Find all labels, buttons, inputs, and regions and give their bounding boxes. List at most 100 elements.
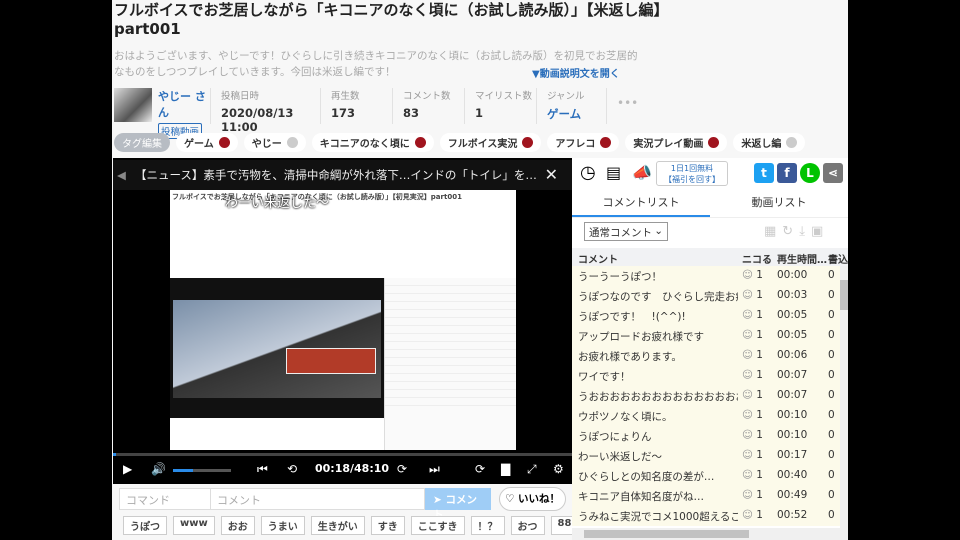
nicoru-count[interactable]: ☺ 1: [742, 449, 763, 461]
tag-label[interactable]: フルボイス実況: [448, 135, 518, 150]
tag[interactable]: キコニアのなく頃に: [311, 133, 434, 152]
tag-label[interactable]: ゲーム: [184, 135, 214, 150]
comment-row[interactable]: うーうーうぽつ！ ☺ 1 00:00 0: [572, 266, 840, 286]
avatar[interactable]: [114, 88, 152, 122]
comment-input[interactable]: コメント: [211, 488, 425, 510]
expand-description-link[interactable]: ▼動画説明文を開く: [532, 65, 620, 80]
lottery-label[interactable]: 【福引を回す】: [657, 174, 727, 185]
close-icon[interactable]: ✕: [545, 160, 558, 190]
fullscreen-icon[interactable]: ⤢: [527, 462, 537, 477]
quick-comment-button[interactable]: www: [173, 516, 215, 535]
add-mylist-icon[interactable]: ▤: [606, 163, 621, 182]
skip-start-icon[interactable]: ⏮: [257, 462, 268, 477]
command-input[interactable]: コマンド: [119, 488, 211, 510]
tag[interactable]: ゲーム: [176, 133, 238, 152]
smiley-icon[interactable]: ☺: [742, 329, 753, 341]
comment-row[interactable]: うぽつです！ !(^^)! ☺ 1 00:05 0: [572, 306, 840, 326]
nicoru-count[interactable]: ☺ 1: [742, 469, 763, 481]
seek-bar[interactable]: [113, 453, 572, 456]
quick-comment-button[interactable]: ここすき: [410, 516, 465, 535]
dictionary-missing-icon[interactable]: [286, 137, 298, 148]
user-name[interactable]: やじー さん: [158, 88, 208, 120]
nicoru-count[interactable]: ☺ 1: [742, 389, 763, 401]
comment-row[interactable]: うみねこ実況でコメ1000超えること… ☺ 1 00:52 0: [572, 506, 840, 526]
vertical-scrollbar[interactable]: [840, 266, 848, 528]
tag[interactable]: フルボイス実況: [439, 133, 542, 152]
dictionary-icon[interactable]: [708, 137, 720, 148]
share-icon[interactable]: ⋖: [823, 163, 843, 183]
calendar-icon[interactable]: ▦: [764, 224, 782, 239]
settings-gear-icon[interactable]: ⚙: [553, 462, 564, 476]
quick-comment-button[interactable]: おつ: [510, 516, 545, 535]
smiley-icon[interactable]: ☺: [742, 489, 753, 501]
tag-label[interactable]: 米返し編: [741, 135, 781, 150]
lottery-button[interactable]: 1日1回無料 【福引を回す】: [656, 161, 728, 186]
news-text[interactable]: 【ニュース】素手で汚物を、清掃中命綱が外れ落下…インドの「トイレ」を…: [135, 168, 537, 182]
comment-row[interactable]: ひぐらしとの知名度の差が… ☺ 1 00:40 0: [572, 466, 840, 486]
chevron-down-icon[interactable]: ⌄: [654, 225, 663, 237]
comment-row[interactable]: お疲れ様であります。 ☺ 1 00:06 0: [572, 346, 840, 366]
tag[interactable]: やじー: [243, 133, 306, 152]
lottery-label[interactable]: 1日1回無料: [657, 163, 727, 174]
tag-label[interactable]: 実況プレイ動画: [633, 135, 703, 150]
smiley-icon[interactable]: ☺: [742, 449, 753, 461]
column-header[interactable]: ニコる: [742, 251, 772, 266]
smiley-icon[interactable]: ☺: [742, 509, 753, 521]
nicoru-count[interactable]: ☺ 1: [742, 289, 763, 301]
smiley-icon[interactable]: ☺: [742, 469, 753, 481]
forward-10-icon[interactable]: ⟳: [397, 462, 407, 476]
send-comment-button[interactable]: ➤ コメント: [425, 488, 491, 521]
comment-row[interactable]: ウポツノなく頃に。 ☺ 1 00:10 0: [572, 406, 840, 426]
rewind-10-icon[interactable]: ⟲: [287, 462, 297, 476]
smiley-icon[interactable]: ☺: [742, 409, 753, 421]
nicoru-count[interactable]: ☺ 1: [742, 309, 763, 321]
column-header[interactable]: 書込: [828, 251, 848, 266]
column-header[interactable]: コメント: [578, 251, 738, 266]
comment-row[interactable]: ワイです！ ☺ 1 00:07 0: [572, 366, 840, 386]
more-menu-button[interactable]: •••: [606, 88, 638, 124]
tab-comment-list[interactable]: コメントリスト: [572, 190, 710, 217]
news-banner[interactable]: ◀ 【ニュース】素手で汚物を、清掃中命綱が外れ落下…インドの「トイレ」を… ✕: [113, 160, 572, 190]
comment-row[interactable]: うおおおおおおおおおおおおおおお ☺ 1 00:07 0: [572, 386, 840, 406]
dictionary-icon[interactable]: [600, 137, 612, 148]
comment-row[interactable]: キコニア自体知名度がね… ☺ 1 00:49 0: [572, 486, 840, 506]
smiley-icon[interactable]: ☺: [742, 309, 753, 321]
nicoru-count[interactable]: ☺ 1: [742, 349, 763, 361]
dictionary-icon[interactable]: [414, 137, 426, 148]
nicoru-count[interactable]: ☺ 1: [742, 409, 763, 421]
comment-toggle-icon[interactable]: ▇: [501, 462, 510, 476]
dictionary-icon[interactable]: [522, 137, 534, 148]
quick-comment-button[interactable]: うまい: [260, 516, 305, 535]
tag-label[interactable]: やじー: [252, 135, 282, 150]
smiley-icon[interactable]: ☺: [742, 289, 753, 301]
comment-row[interactable]: アップロードお疲れ様です ☺ 1 00:05 0: [572, 326, 840, 346]
skip-end-icon[interactable]: ⏭: [429, 462, 440, 477]
quick-comment-button[interactable]: おお: [220, 516, 255, 535]
genre-link[interactable]: ゲーム: [547, 106, 604, 122]
tab-video-list[interactable]: 動画リスト: [710, 190, 848, 217]
nicoru-count[interactable]: ☺ 1: [742, 509, 763, 521]
tag-label[interactable]: キコニアのなく頃に: [320, 135, 410, 150]
quick-comment-button[interactable]: すき: [370, 516, 405, 535]
smiley-icon[interactable]: ☺: [742, 389, 753, 401]
tag[interactable]: 実況プレイ動画: [625, 133, 728, 152]
nicoru-count[interactable]: ☺ 1: [742, 429, 763, 441]
facebook-icon[interactable]: f: [777, 163, 797, 183]
tag[interactable]: アフレコ: [547, 133, 620, 152]
comment-row[interactable]: うぽつにょりん ☺ 1 00:10 0: [572, 426, 840, 446]
filter-value[interactable]: 通常コメント: [589, 227, 652, 239]
loop-icon[interactable]: ⟳: [475, 462, 485, 476]
prev-arrow-icon[interactable]: ◀: [117, 160, 126, 190]
quick-comment-button[interactable]: うぽつ: [123, 516, 167, 535]
download-icon[interactable]: ⤓: [799, 224, 811, 239]
smiley-icon[interactable]: ☺: [742, 369, 753, 381]
quick-comment-button[interactable]: 生きがい: [310, 516, 365, 535]
twitter-icon[interactable]: t: [754, 163, 774, 183]
horizontal-scrollbar[interactable]: [572, 528, 848, 540]
smiley-icon[interactable]: ☺: [742, 429, 753, 441]
comment-row[interactable]: うぽつなのです ひぐらし完走お疲… ☺ 1 00:03 0: [572, 286, 840, 306]
smiley-icon[interactable]: ☺: [742, 349, 753, 361]
line-icon[interactable]: L: [800, 163, 820, 183]
volume-icon[interactable]: 🔊: [151, 462, 166, 476]
smiley-icon[interactable]: ☺: [742, 269, 753, 281]
